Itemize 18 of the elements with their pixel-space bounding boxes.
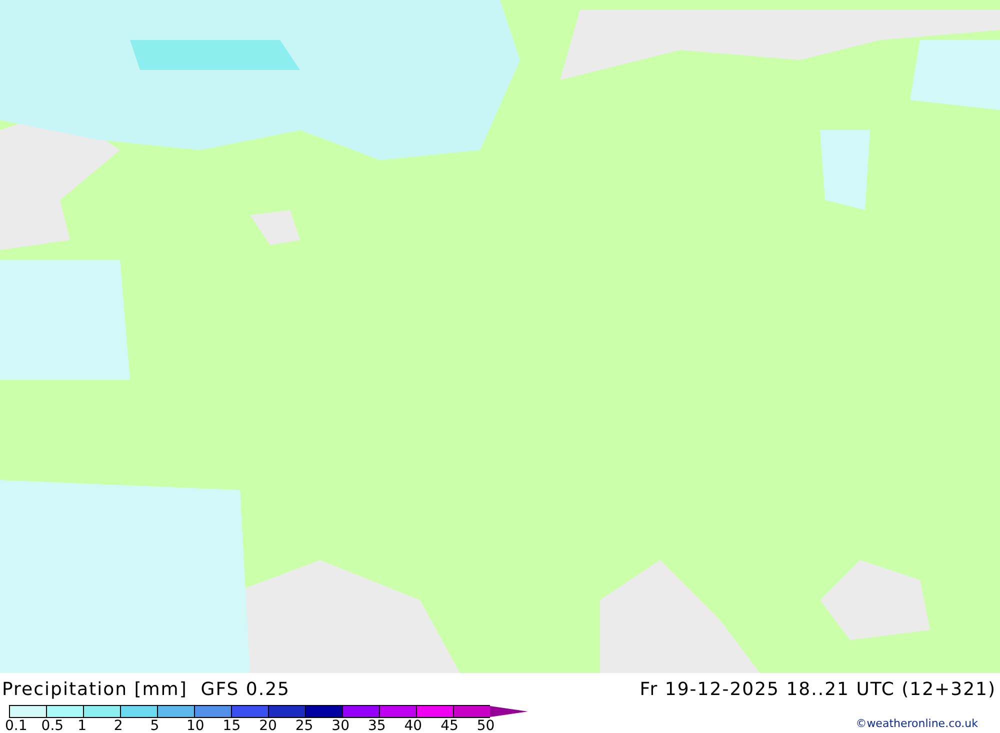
scale-label: 40 [404,718,424,733]
scale-label: 5 [150,718,160,733]
scale-label: 30 [332,718,350,733]
scale-label: 20 [259,718,278,733]
scale-label: 10 [186,718,206,733]
scale-label: 45 [440,718,460,733]
valid-time: Fr 19-12-2025 18..21 UTC (12+321) [640,679,996,701]
scale-arrow-icon [490,706,528,717]
scale-label: 50 [476,718,496,733]
scale-label: 0.1 [5,718,28,733]
scale-label: 35 [368,718,387,733]
scale-label: 25 [295,718,314,733]
scale-label: 2 [114,718,124,733]
scale-label: 0.5 [41,718,65,733]
scale-label: 1 [78,718,88,733]
credit-link[interactable]: ©weatheronline.co.uk [856,717,978,730]
scale-label: 15 [222,718,242,733]
map-title: Precipitation [mm] GFS 0.25 [2,679,291,701]
